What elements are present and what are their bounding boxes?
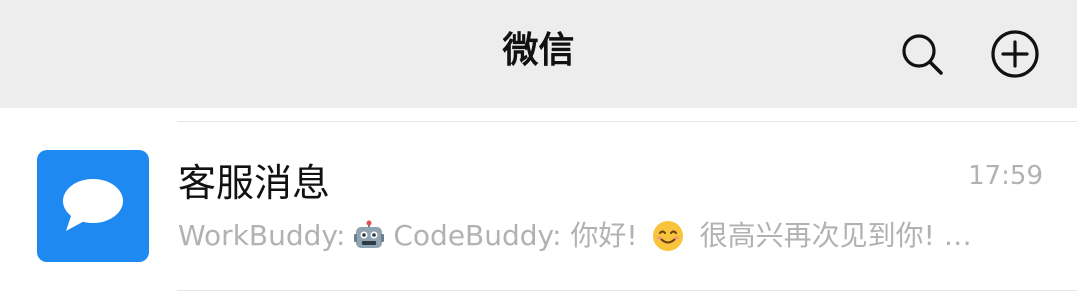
search-icon xyxy=(902,34,943,75)
top-bar: 微信 xyxy=(0,0,1077,108)
preview-text-message: CodeBuddy: 你好! xyxy=(393,219,638,252)
chat-name: 客服消息 xyxy=(178,161,331,205)
add-button[interactable] xyxy=(989,28,1041,80)
plus-circle-icon xyxy=(991,30,1039,78)
search-button[interactable] xyxy=(896,28,948,80)
avatar xyxy=(37,150,149,262)
robot-emoji-icon xyxy=(354,220,385,248)
chat-list-item[interactable]: 客服消息 17:59 WorkBuddy: CodeBuddy: 你好! 很高兴… xyxy=(0,122,1077,290)
preview-text-sender: WorkBuddy: xyxy=(178,219,346,252)
chat-preview: WorkBuddy: CodeBuddy: 你好! 很高兴再次见到你! … xyxy=(178,218,1028,254)
divider xyxy=(177,290,1077,291)
smiling-face-emoji-icon xyxy=(652,221,683,251)
chat-bubble-icon xyxy=(63,179,123,231)
chat-timestamp: 17:59 xyxy=(968,161,1043,191)
preview-text-tail: 很高兴再次见到你! … xyxy=(699,219,972,252)
